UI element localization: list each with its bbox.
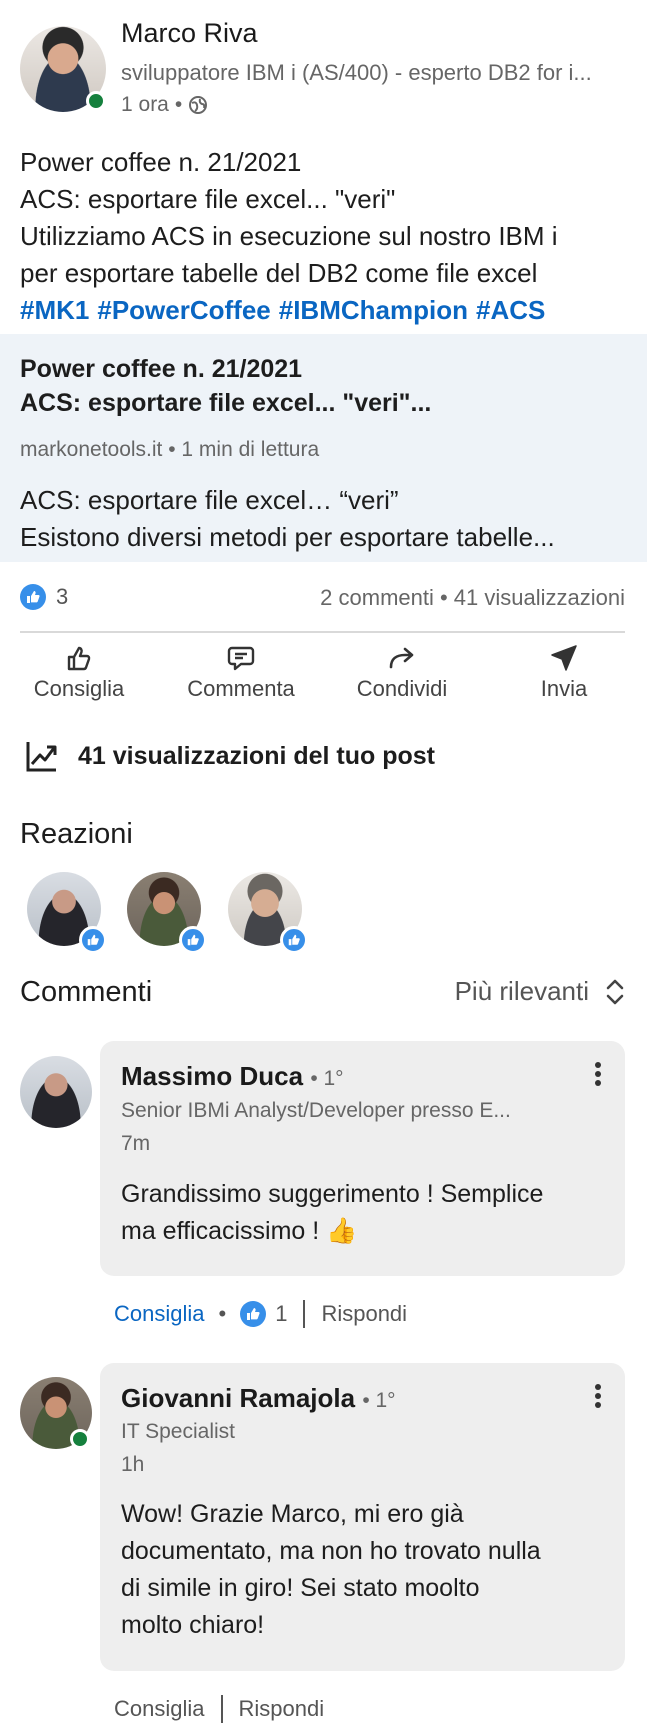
like-reaction-icon xyxy=(79,926,107,954)
more-options-icon[interactable] xyxy=(593,1059,603,1089)
thumbs-up-icon xyxy=(67,646,91,671)
post-body: Power coffee n. 21/2021 ACS: esportare f… xyxy=(20,144,630,329)
comment-icon xyxy=(227,646,255,671)
author-headline: sviluppatore IBM i (AS/400) - esperto DB… xyxy=(121,60,592,85)
action-divider xyxy=(220,1695,223,1723)
commenter-avatar[interactable] xyxy=(20,1056,92,1128)
comment-reply-button[interactable]: Rispondi xyxy=(321,1301,407,1327)
commenter-headline: Senior IBMi Analyst/Developer presso E..… xyxy=(121,1099,511,1122)
meta-separator: • xyxy=(174,93,183,116)
comment-like-count[interactable]: 1 xyxy=(275,1301,287,1327)
commenter-name[interactable]: Massimo Duca xyxy=(121,1061,303,1091)
connection-degree: • 1° xyxy=(310,1067,344,1090)
connection-degree: • 1° xyxy=(362,1389,396,1412)
comments-title: Commenti xyxy=(20,976,153,1008)
post-text-line: ACS: esportare file excel... "veri" xyxy=(20,184,396,214)
divider xyxy=(20,631,625,633)
comment-time: 7m xyxy=(121,1132,151,1155)
reactions-summary[interactable]: 3 xyxy=(20,584,68,610)
article-excerpt: ACS: esportare file excel… “veri” Esisto… xyxy=(20,482,630,556)
hashtag-list: #MK1 #PowerCoffee #IBMChampion #ACS xyxy=(20,292,630,329)
post-text-line: Power coffee n. 21/2021 xyxy=(20,147,302,177)
send-button[interactable]: Invia xyxy=(489,640,639,702)
share-button-label: Condividi xyxy=(356,676,448,701)
comment-actions: Consiglia Rispondi xyxy=(114,1695,324,1723)
post-text-line: per esportare tabelle del DB2 come file … xyxy=(20,258,538,288)
like-reaction-icon xyxy=(280,926,308,954)
comment-reply-button[interactable]: Rispondi xyxy=(239,1696,325,1722)
online-status-dot xyxy=(86,91,106,111)
sort-chevrons-icon xyxy=(606,979,624,1004)
trending-up-icon xyxy=(26,742,57,772)
comment-like-button[interactable]: Consiglia xyxy=(114,1696,205,1722)
post-time: 1 ora xyxy=(121,93,169,116)
comment-text-line: Grandissimo suggerimento ! Semplice xyxy=(121,1180,544,1208)
article-excerpt-line: Esistono diversi metodi per esportare ta… xyxy=(20,522,555,552)
author-name[interactable]: Marco Riva xyxy=(121,18,258,49)
like-button[interactable]: Consiglia xyxy=(4,640,154,702)
comment-actions: Consiglia • 1 Rispondi xyxy=(114,1300,407,1328)
article-title[interactable]: Power coffee n. 21/2021 ACS: esportare f… xyxy=(20,352,630,420)
comment-text-line: di simile in giro! Sei stato moolto xyxy=(121,1574,480,1602)
comments-views-count[interactable]: 2 commenti • 41 visualizzazioni xyxy=(320,585,625,611)
online-status-dot xyxy=(70,1429,90,1449)
commenter-name-row: Massimo Duca • 1° xyxy=(121,1061,344,1092)
action-bar: Consiglia Commenta Condividi Invia xyxy=(0,640,647,710)
hashtag-link[interactable]: #ACS xyxy=(476,295,545,325)
globe-icon xyxy=(189,96,208,114)
comment-button-label: Commenta xyxy=(187,676,295,701)
comment-text: Grandissimo suggerimento ! Semplice ma e… xyxy=(121,1176,611,1250)
comments-sort-dropdown[interactable]: Più rilevanti xyxy=(455,976,625,1007)
like-button-label: Consiglia xyxy=(33,676,125,701)
hashtag-link[interactable]: #MK1 xyxy=(20,295,89,325)
comment-like-button[interactable]: Consiglia xyxy=(114,1301,205,1327)
article-title-line: Power coffee n. 21/2021 xyxy=(20,355,303,383)
commenter-name[interactable]: Giovanni Ramajola xyxy=(121,1383,355,1413)
send-button-label: Invia xyxy=(540,676,588,701)
post-analytics-row[interactable]: 41 visualizzazioni del tuo post xyxy=(24,738,435,774)
action-separator: • xyxy=(218,1301,227,1326)
article-excerpt-line: ACS: esportare file excel… “veri” xyxy=(20,485,399,515)
reactions-title: Reazioni xyxy=(20,818,133,850)
commenter-name-row: Giovanni Ramajola • 1° xyxy=(121,1383,396,1414)
post-text-line: Utilizziamo ACS in esecuzione sul nostro… xyxy=(20,221,558,251)
comment-text: Wow! Grazie Marco, mi ero già documentat… xyxy=(121,1496,611,1644)
comment-text-line: ma efficacissimo ! 👍 xyxy=(121,1217,358,1245)
like-reaction-icon xyxy=(179,926,207,954)
comment-text-line: molto chiaro! xyxy=(121,1611,265,1639)
article-source: markonetools.it • 1 min di lettura xyxy=(20,438,320,461)
post-views-label: 41 visualizzazioni del tuo post xyxy=(78,741,436,770)
more-options-icon[interactable] xyxy=(593,1381,603,1411)
post-meta: 1 ora • xyxy=(121,93,208,117)
hashtag-link[interactable]: #IBMChampion xyxy=(279,295,468,325)
reactions-count: 3 xyxy=(56,584,69,609)
article-title-line: ACS: esportare file excel... "veri"... xyxy=(20,389,432,417)
comment-button[interactable]: Commenta xyxy=(166,640,316,702)
comment-time: 1h xyxy=(121,1453,145,1476)
send-icon xyxy=(551,645,577,671)
comment-bubble: Giovanni Ramajola • 1° IT Specialist 1h … xyxy=(100,1363,625,1671)
sort-label: Più rilevanti xyxy=(454,976,589,1006)
action-divider xyxy=(303,1300,306,1328)
like-reaction-icon xyxy=(20,584,46,610)
comment-text-line: Wow! Grazie Marco, mi ero già xyxy=(121,1500,464,1528)
share-button[interactable]: Condividi xyxy=(327,640,477,702)
share-icon xyxy=(389,647,414,669)
hashtag-link[interactable]: #PowerCoffee xyxy=(97,295,270,325)
like-reaction-icon xyxy=(240,1301,267,1327)
comment-bubble: Massimo Duca • 1° Senior IBMi Analyst/De… xyxy=(100,1041,625,1276)
comment-text-line: documentato, ma non ho trovato nulla xyxy=(121,1537,541,1565)
commenter-headline: IT Specialist xyxy=(121,1420,235,1443)
